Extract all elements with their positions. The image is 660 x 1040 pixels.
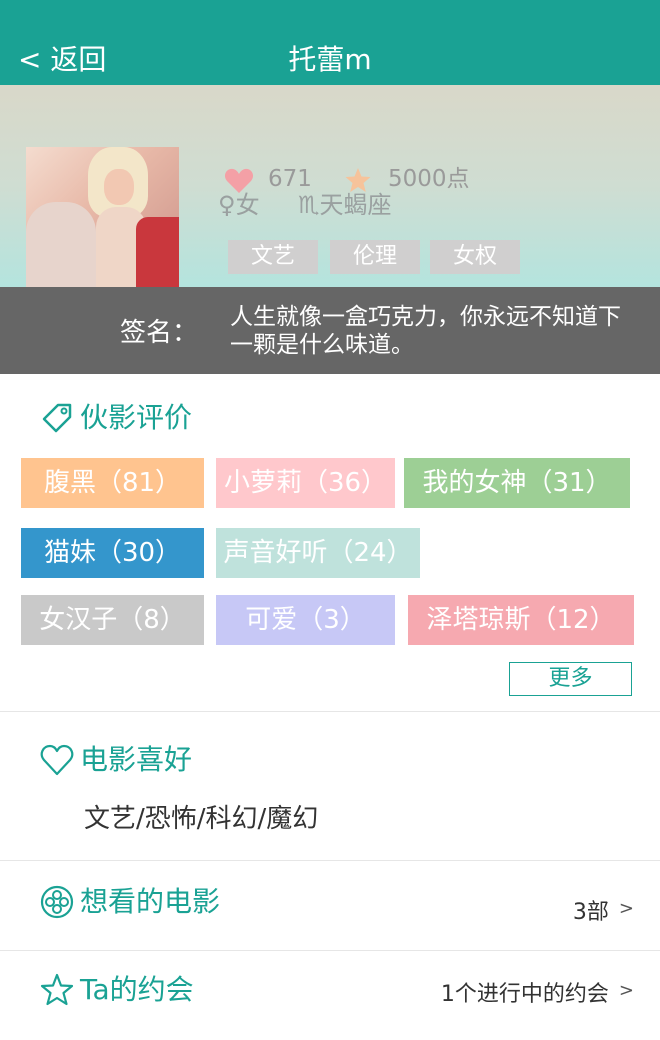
review-tag[interactable]: 声音好听（24）	[216, 528, 420, 578]
dates-info[interactable]: 1个进行中的约会 >	[441, 980, 634, 1010]
want-to-watch-title: 想看的电影	[80, 885, 221, 918]
profile-tag: 女权	[430, 240, 520, 274]
divider	[0, 860, 660, 861]
movie-prefs-value: 文艺/恐怖/科幻/魔幻	[84, 804, 319, 834]
divider	[0, 711, 660, 712]
star-outline-icon	[40, 973, 74, 1006]
signature-bar: 签名： 人生就像一盒巧克力，你永远不知道下一颗是什么味道。	[0, 287, 660, 374]
dates-row[interactable]: Ta的约会	[40, 972, 194, 1008]
points-count: 5000点	[388, 166, 470, 192]
review-tag[interactable]: 猫妹（30）	[21, 528, 204, 578]
review-tag[interactable]: 腹黑（81）	[21, 458, 204, 508]
movie-prefs-section-title: 电影喜好	[40, 742, 192, 778]
movie-prefs-title: 电影喜好	[80, 743, 193, 776]
heart-outline-icon	[40, 744, 74, 776]
more-button[interactable]: 更多	[509, 662, 632, 696]
chevron-right-icon: >	[618, 898, 634, 919]
avatar[interactable]	[26, 147, 179, 300]
signature-label: 签名：	[120, 318, 199, 348]
star-icon	[345, 168, 371, 192]
want-to-watch-info[interactable]: 3部 >	[573, 898, 634, 928]
top-bar: < 返回 托蕾m	[0, 0, 660, 85]
signature-text: 人生就像一盒巧克力，你永远不知道下一颗是什么味道。	[230, 304, 621, 358]
film-reel-icon	[40, 885, 74, 919]
tag-icon	[42, 403, 72, 433]
reviews-title: 伙影评价	[80, 401, 193, 434]
want-to-watch-row[interactable]: 想看的电影	[40, 884, 220, 920]
heart-icon	[224, 168, 254, 193]
review-tag[interactable]: 我的女神（31）	[404, 458, 630, 508]
chevron-right-icon: >	[618, 980, 634, 1001]
review-tag[interactable]: 小萝莉（36）	[216, 458, 395, 508]
profile-tag: 伦理	[330, 240, 420, 274]
review-tag[interactable]: 泽塔琼斯（12）	[408, 595, 634, 645]
divider	[0, 950, 660, 951]
dates-title: Ta的约会	[80, 973, 194, 1006]
review-tag[interactable]: 女汉子（8）	[21, 595, 204, 645]
profile-tag: 文艺	[228, 240, 318, 274]
review-tag[interactable]: 可爱（3）	[216, 595, 395, 645]
likes-count: 671	[268, 166, 312, 192]
page-title: 托蕾m	[288, 43, 372, 76]
reviews-section-title: 伙影评价	[40, 400, 192, 436]
want-to-watch-count: 3部	[572, 900, 609, 925]
profile-card: ♀女 ♏天蝎座 671 5000点 文艺 伦理 女权	[0, 85, 660, 300]
dates-status: 1个进行中的约会	[440, 982, 609, 1007]
